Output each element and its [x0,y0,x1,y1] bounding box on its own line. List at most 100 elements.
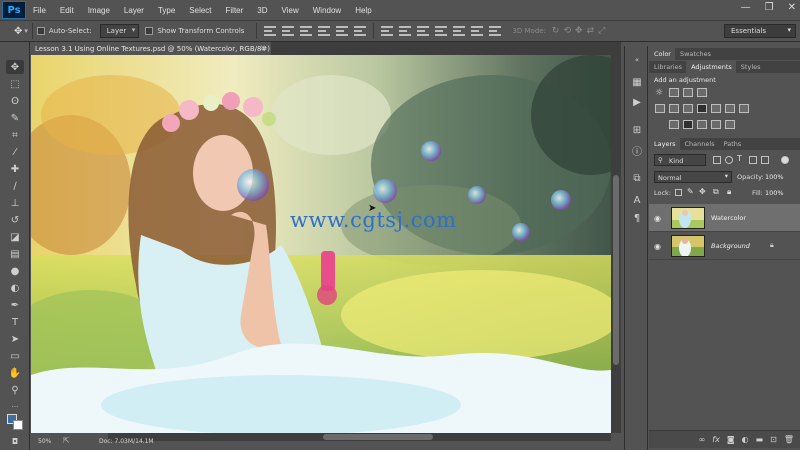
horizontal-scroll-thumb[interactable] [323,434,433,440]
type-tool-icon[interactable]: T [6,315,24,329]
chevron-down-icon[interactable]: ▾ [24,27,28,35]
menu-file[interactable]: File [26,6,53,15]
path-select-tool-icon[interactable]: ➤ [6,332,24,346]
align-top-icon[interactable] [264,26,277,36]
distribute-left-icon[interactable] [435,26,448,36]
lock-transparent-icon[interactable] [675,189,682,196]
levels-icon[interactable] [669,88,679,97]
lock-artboard-icon[interactable]: ⧉ [713,187,720,196]
background-color-swatch[interactable] [13,420,23,430]
hue-saturation-icon[interactable] [669,104,679,113]
3d-pan-icon[interactable]: ✥ [575,26,583,36]
pen-tool-icon[interactable]: ✒ [6,298,24,312]
gradient-map-icon[interactable] [725,120,735,129]
auto-align-icon[interactable] [489,26,502,36]
properties-icon[interactable]: ⊞ [630,124,644,136]
delete-layer-icon[interactable]: 🗑︎ [784,435,794,444]
selective-color-icon[interactable] [711,120,721,129]
close-tab-icon[interactable]: ✕ [260,44,266,52]
eyedropper-tool-icon[interactable]: ⁄ [6,145,24,159]
menu-image[interactable]: Image [81,6,117,15]
tab-libraries[interactable]: Libraries [649,61,686,73]
tab-swatches[interactable]: Swatches [675,48,715,60]
tab-styles[interactable]: Styles [736,61,765,73]
layer-style-icon[interactable]: fx [712,435,720,444]
align-bottom-icon[interactable] [300,26,313,36]
curves-icon[interactable] [683,88,693,97]
black-white-icon[interactable] [697,104,707,113]
menu-select[interactable]: Select [182,6,218,15]
move-tool-icon[interactable]: ✥ [14,26,22,37]
horizontal-scrollbar[interactable] [108,433,611,441]
distribute-right-icon[interactable] [471,26,484,36]
tab-adjustments[interactable]: Adjustments [686,61,736,73]
opacity-input[interactable]: 100% [765,171,789,183]
close-icon[interactable]: ✕ [788,2,796,13]
filter-smart-object-icon[interactable] [761,156,769,164]
distribute-vcenter-icon[interactable] [399,26,412,36]
fill-input[interactable]: 100% [765,187,789,199]
export-icon[interactable]: ⇱ [63,436,70,445]
new-layer-icon[interactable]: ⊡ [770,435,777,444]
brush-tool-icon[interactable]: ∕ [6,179,24,193]
more-tools-icon[interactable]: ··· [6,400,24,414]
lock-all-icon[interactable]: 🔒︎ [727,187,734,196]
vibrance-icon[interactable] [655,104,665,113]
healing-brush-tool-icon[interactable]: ✚ [6,162,24,176]
auto-select-dropdown[interactable]: Layer [99,24,140,38]
history-brush-tool-icon[interactable]: ↺ [6,213,24,227]
distribute-top-icon[interactable] [381,26,394,36]
menu-window[interactable]: Window [306,6,348,15]
new-adjustment-layer-icon[interactable]: ◐ [742,435,749,444]
document-canvas[interactable] [31,55,611,433]
auto-select-checkbox-group[interactable]: Auto-Select: [36,27,92,35]
new-group-icon[interactable]: ▬ [756,435,764,444]
gradient-tool-icon[interactable]: ▤ [6,247,24,261]
quick-mask-icon[interactable]: ◘ [6,434,24,448]
clone-stamp-tool-icon[interactable]: ⊥ [6,196,24,210]
character-icon[interactable]: A [630,194,644,206]
menu-3d[interactable]: 3D [250,6,274,15]
history-icon[interactable]: ▦ [630,76,644,88]
tab-color[interactable]: Color [649,48,675,60]
quick-select-tool-icon[interactable]: ✎ [6,111,24,125]
posterize-icon[interactable] [683,120,693,129]
link-layers-icon[interactable]: ∞ [699,435,706,444]
menu-view[interactable]: View [275,6,306,15]
document-tab[interactable]: Lesson 3.1 Using Online Textures.psd @ 5… [31,42,271,55]
tab-layers[interactable]: Layers [649,138,680,150]
layer-filter-kind[interactable]: ⚲ Kind [654,154,706,166]
align-vcenter-icon[interactable] [282,26,295,36]
filter-toggle-icon[interactable] [781,156,789,164]
rectangle-tool-icon[interactable]: ▭ [6,349,24,363]
hand-tool-icon[interactable]: ✋ [6,366,24,380]
3d-scale-icon[interactable]: ⤢ [598,26,605,36]
align-right-icon[interactable] [354,26,367,36]
filter-type-icon[interactable]: T [737,154,745,163]
vertical-scrollbar[interactable] [611,55,621,433]
3d-rotate-icon[interactable]: ↻ [552,26,560,36]
brightness-icon[interactable]: ☼ [655,88,665,98]
distribute-bottom-icon[interactable] [417,26,430,36]
color-lookup-icon[interactable] [739,104,749,113]
move-tool-icon[interactable]: ✥ [6,60,24,74]
menu-layer[interactable]: Layer [117,6,151,15]
transform-controls-checkbox[interactable] [145,27,154,35]
exposure-icon[interactable] [697,88,707,97]
menu-edit[interactable]: Edit [53,6,81,15]
lock-position-icon[interactable]: ✥ [699,187,706,196]
3d-slide-icon[interactable]: ⇄ [587,26,595,36]
filter-shape-icon[interactable] [749,156,757,164]
workspace-dropdown[interactable]: Essentials [724,24,796,38]
lock-image-icon[interactable]: ✎ [687,187,694,196]
tab-channels[interactable]: Channels [680,138,719,150]
align-left-icon[interactable] [318,26,331,36]
layer-name[interactable]: Watercolor [711,214,746,222]
invert-icon[interactable] [669,120,679,129]
3d-roll-icon[interactable]: ⟲ [563,26,571,36]
channel-mixer-icon[interactable] [725,104,735,113]
lasso-tool-icon[interactable]: ʘ [6,94,24,108]
eye-icon[interactable]: ◉ [654,242,661,251]
auto-select-checkbox[interactable] [36,27,45,35]
collapse-icon[interactable]: « [630,54,644,66]
